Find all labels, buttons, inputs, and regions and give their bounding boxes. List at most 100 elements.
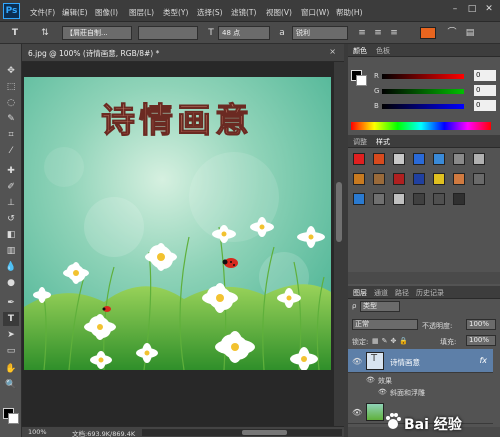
blur-tool-icon[interactable]: 💧 bbox=[3, 260, 19, 274]
type-tool-icon[interactable]: T bbox=[3, 312, 19, 326]
style-preset-swatch[interactable] bbox=[413, 153, 425, 165]
font-family-select[interactable]: 【屑莊自制... bbox=[62, 26, 132, 40]
document-tab[interactable]: 6.jpg @ 100% (诗情画意, RGB/8#) * × bbox=[22, 44, 344, 62]
layer-filter-select[interactable]: 类型 bbox=[360, 301, 400, 312]
horizontal-scrollbar[interactable] bbox=[142, 429, 342, 436]
crop-tool-icon[interactable]: ⌗ bbox=[3, 128, 19, 142]
style-preset-swatch[interactable] bbox=[393, 153, 405, 165]
slider-b-value[interactable]: 0 bbox=[474, 100, 496, 111]
slider-g[interactable]: G 0 bbox=[374, 85, 498, 97]
zoom-level[interactable]: 100% bbox=[28, 428, 47, 436]
style-preset-swatch[interactable] bbox=[373, 153, 385, 165]
vertical-scrollbar[interactable] bbox=[334, 62, 344, 426]
style-preset-swatch[interactable] bbox=[413, 193, 425, 205]
tab-channels[interactable]: 通道 bbox=[374, 288, 388, 298]
text-orientation-icon[interactable]: ⇅ bbox=[38, 26, 52, 40]
align-right-icon[interactable]: ≡ bbox=[388, 26, 400, 40]
style-preset-swatch[interactable] bbox=[453, 173, 465, 185]
zoom-tool-icon[interactable]: 🔍 bbox=[3, 378, 19, 392]
background-color-swatch[interactable] bbox=[8, 413, 19, 424]
effects-eye-icon[interactable]: 👁 bbox=[366, 376, 375, 384]
align-center-icon[interactable]: ≡ bbox=[372, 26, 384, 40]
menu-help[interactable]: 帮助(H) bbox=[336, 7, 363, 18]
color-spectrum-bar[interactable] bbox=[351, 122, 491, 130]
slider-r-value[interactable]: 0 bbox=[474, 70, 496, 81]
layer-name[interactable]: 诗情画意 bbox=[390, 357, 420, 368]
menu-type[interactable]: 类型(Y) bbox=[163, 7, 188, 18]
scroll-thumb[interactable] bbox=[336, 182, 342, 242]
style-preset-swatch[interactable] bbox=[433, 153, 445, 165]
menu-window[interactable]: 窗口(W) bbox=[301, 7, 329, 18]
brush-tool-icon[interactable]: ✐ bbox=[3, 180, 19, 194]
menu-image[interactable]: 图像(I) bbox=[95, 7, 118, 18]
menu-layer[interactable]: 图层(L) bbox=[129, 7, 154, 18]
style-preset-swatch[interactable] bbox=[453, 153, 465, 165]
style-preset-swatch[interactable] bbox=[413, 173, 425, 185]
style-preset-swatch[interactable] bbox=[453, 193, 465, 205]
fill-input[interactable]: 100% bbox=[466, 335, 496, 346]
style-preset-swatch[interactable] bbox=[353, 193, 365, 205]
menu-select[interactable]: 选择(S) bbox=[197, 7, 223, 18]
minimize-icon[interactable]: – bbox=[448, 3, 462, 16]
effect-bevel-eye-icon[interactable]: 👁 bbox=[378, 388, 387, 396]
font-size-select[interactable]: 48 点 bbox=[218, 26, 270, 40]
color-panel-background[interactable] bbox=[356, 75, 367, 86]
tab-swatches[interactable]: 色板 bbox=[376, 46, 390, 56]
gradient-tool-icon[interactable]: ▥ bbox=[3, 244, 19, 258]
menu-edit[interactable]: 编辑(E) bbox=[62, 7, 88, 18]
effects-row[interactable]: 👁 效果 bbox=[348, 375, 493, 387]
style-preset-swatch[interactable] bbox=[353, 153, 365, 165]
slider-b-track[interactable] bbox=[382, 104, 464, 109]
slider-b[interactable]: B 0 bbox=[374, 100, 498, 112]
eraser-tool-icon[interactable]: ◧ bbox=[3, 228, 19, 242]
tab-adjustments[interactable]: 调整 bbox=[353, 137, 367, 147]
visibility-eye-icon[interactable]: 👁 bbox=[352, 357, 362, 366]
style-preset-swatch[interactable] bbox=[473, 173, 485, 185]
close-icon[interactable]: ✕ bbox=[482, 3, 496, 16]
path-select-tool-icon[interactable]: ➤ bbox=[3, 328, 19, 342]
marquee-tool-icon[interactable]: ⬚ bbox=[3, 80, 19, 94]
lasso-tool-icon[interactable]: ◌ bbox=[3, 96, 19, 110]
text-color-swatch[interactable] bbox=[420, 27, 436, 39]
quick-select-tool-icon[interactable]: ✎ bbox=[3, 112, 19, 126]
slider-r-track[interactable] bbox=[382, 74, 464, 79]
opacity-input[interactable]: 100% bbox=[466, 319, 496, 330]
menu-file[interactable]: 文件(F) bbox=[30, 7, 55, 18]
style-preset-swatch[interactable] bbox=[433, 193, 445, 205]
tab-styles[interactable]: 样式 bbox=[376, 137, 390, 147]
maximize-icon[interactable]: □ bbox=[465, 3, 479, 16]
style-preset-swatch[interactable] bbox=[473, 153, 485, 165]
move-tool-icon[interactable]: ✥ bbox=[3, 64, 19, 78]
fx-icon[interactable]: fx bbox=[479, 356, 487, 365]
style-preset-swatch[interactable] bbox=[353, 173, 365, 185]
canvas-image[interactable]: 诗情画意 bbox=[24, 77, 331, 370]
document-info[interactable]: 文档:693.9K/869.4K bbox=[72, 428, 135, 437]
style-preset-swatch[interactable] bbox=[373, 193, 385, 205]
style-preset-swatch[interactable] bbox=[393, 193, 405, 205]
lock-icons[interactable]: ▦✎✥🔒 bbox=[372, 337, 411, 345]
clone-stamp-tool-icon[interactable]: ⊥ bbox=[3, 196, 19, 210]
tab-close-icon[interactable]: × bbox=[329, 47, 336, 56]
pen-tool-icon[interactable]: ✒ bbox=[3, 296, 19, 310]
character-panel-icon[interactable]: ▤ bbox=[464, 26, 476, 40]
anti-alias-select[interactable]: 锐利 bbox=[292, 26, 348, 40]
slider-r[interactable]: R 0 bbox=[374, 70, 498, 82]
eyedropper-tool-icon[interactable]: ⁄ bbox=[3, 144, 19, 158]
align-left-icon[interactable]: ≡ bbox=[356, 26, 368, 40]
text-tool-icon[interactable]: T bbox=[8, 26, 22, 40]
warp-text-icon[interactable]: ⌒ bbox=[446, 26, 458, 40]
menu-filter[interactable]: 滤镜(T) bbox=[231, 7, 256, 18]
history-brush-tool-icon[interactable]: ↺ bbox=[3, 212, 19, 226]
tab-history[interactable]: 历史记录 bbox=[416, 288, 444, 298]
hand-tool-icon[interactable]: ✋ bbox=[3, 362, 19, 376]
tab-paths[interactable]: 路径 bbox=[395, 288, 409, 298]
tab-layers[interactable]: 图层 bbox=[353, 288, 367, 298]
shape-tool-icon[interactable]: ▭ bbox=[3, 344, 19, 358]
slider-g-value[interactable]: 0 bbox=[474, 85, 496, 96]
visibility-eye-icon[interactable]: 👁 bbox=[352, 408, 362, 417]
healing-tool-icon[interactable]: ✚ bbox=[3, 164, 19, 178]
layer-row-text[interactable]: 👁 T 诗情画意 fx bbox=[348, 349, 493, 373]
menu-view[interactable]: 视图(V) bbox=[266, 7, 292, 18]
slider-g-track[interactable] bbox=[382, 89, 464, 94]
style-preset-swatch[interactable] bbox=[393, 173, 405, 185]
